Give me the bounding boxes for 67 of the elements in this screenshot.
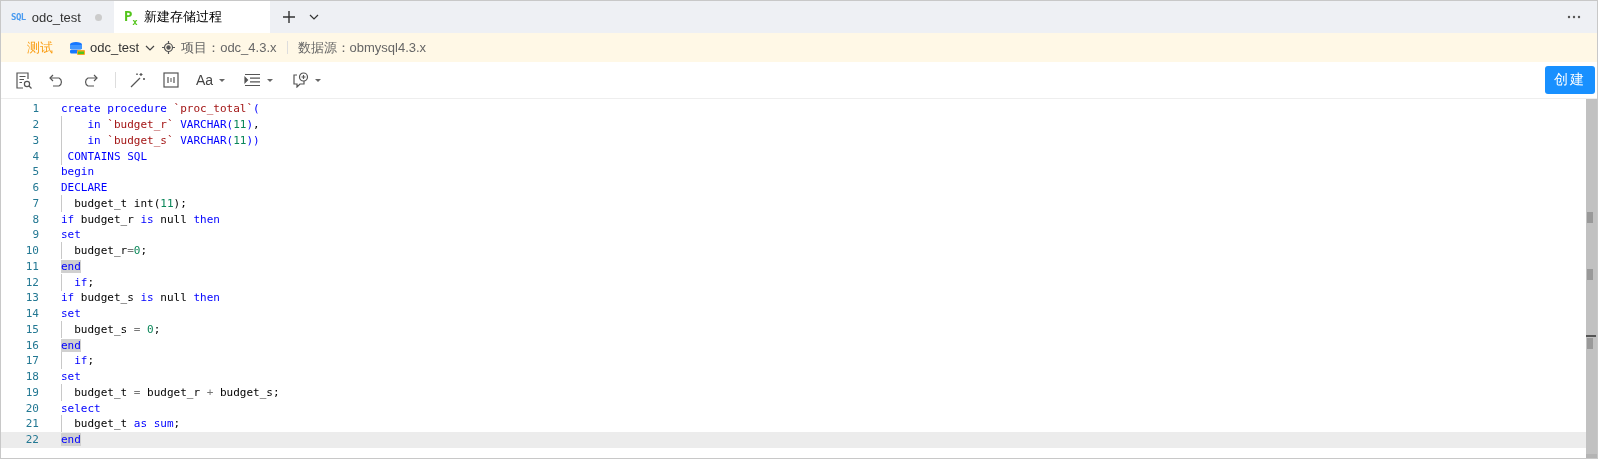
code-line: DECLARE [61, 181, 108, 195]
code-line: if; [61, 354, 95, 368]
code-line: budget_t as sum; [61, 417, 181, 431]
magic-wand-icon[interactable] [130, 72, 146, 88]
line-number: 20 [24, 401, 39, 415]
target-icon [162, 41, 176, 54]
format-icon[interactable] [163, 72, 179, 88]
line-number: 15 [24, 322, 39, 336]
editor-tab[interactable]: P$_{x}$ 新建存储过程 [113, 1, 270, 33]
code-line: select [61, 401, 101, 415]
line-number: 3 [31, 133, 39, 147]
code-line: if; [61, 275, 95, 289]
line-number: 8 [31, 212, 39, 226]
line-number: 19 [24, 385, 39, 399]
code-line: if budget_s is null then [61, 291, 220, 305]
editor-tab[interactable]: SQL odc_test [1, 1, 114, 33]
undo-icon[interactable] [49, 73, 65, 87]
code-line: begin [61, 165, 95, 179]
line-number: 21 [24, 417, 39, 431]
code-line: set [61, 307, 81, 321]
tab-type-icon: P$_{x}$ [123, 7, 138, 27]
project-label: 项目：odc_4.3.x [181, 38, 277, 57]
code-line: if budget_r is null then [61, 212, 220, 226]
font-size-button[interactable]: Aa [196, 72, 227, 88]
line-number: 11 [24, 259, 39, 273]
code-line: budget_s = 0; [61, 322, 161, 336]
line-number: 7 [31, 196, 39, 210]
line-number: 18 [24, 370, 39, 384]
code-line: set [61, 370, 81, 384]
line-number: 4 [31, 149, 39, 163]
line-number: 16 [24, 338, 39, 352]
code-line: in `budget_s` VARCHAR(11)) [61, 133, 260, 147]
line-number: 12 [24, 275, 39, 289]
line-number: 9 [31, 228, 39, 242]
line-number: 13 [24, 291, 39, 305]
datasource-label: 数据源：obmysql4.3.x [297, 38, 427, 57]
caret-icon [314, 76, 323, 84]
comment-button[interactable] [292, 72, 323, 88]
add-icon[interactable] [281, 10, 296, 24]
line-number: 2 [31, 118, 39, 132]
code-line: set [61, 228, 81, 242]
environment-tag: 测试 [27, 38, 53, 57]
comment-add-icon [292, 72, 310, 88]
code-line: create procedure `proc_total`( [61, 102, 260, 116]
line-number: 1 [31, 102, 39, 116]
line-number: 10 [24, 244, 39, 258]
database-selector[interactable]: odc_test [69, 40, 157, 55]
code-line: budget_t = budget_r + budget_s; [61, 385, 280, 399]
code-line: CONTAINS SQL [61, 149, 148, 163]
caret-icon [218, 76, 227, 84]
indent-icon [244, 73, 262, 87]
code-line: budget_t int(11); [61, 196, 187, 210]
database-icon [69, 40, 85, 55]
code-line: budget_r=0; [61, 244, 148, 258]
line-number: 17 [24, 354, 39, 368]
line-number: 6 [31, 181, 39, 195]
line-number: 5 [31, 165, 39, 179]
tab-type-icon: SQL [11, 12, 26, 22]
document-search-icon[interactable] [16, 71, 32, 89]
code-line: in `budget_r` VARCHAR(11), [61, 118, 260, 132]
more-icon[interactable] [1567, 15, 1581, 19]
caret-icon [266, 76, 275, 84]
line-number: 14 [24, 307, 39, 321]
scrollbar[interactable] [1586, 99, 1597, 458]
indent-button[interactable] [244, 73, 275, 87]
redo-icon[interactable] [82, 73, 98, 87]
line-number: 22 [24, 433, 39, 447]
